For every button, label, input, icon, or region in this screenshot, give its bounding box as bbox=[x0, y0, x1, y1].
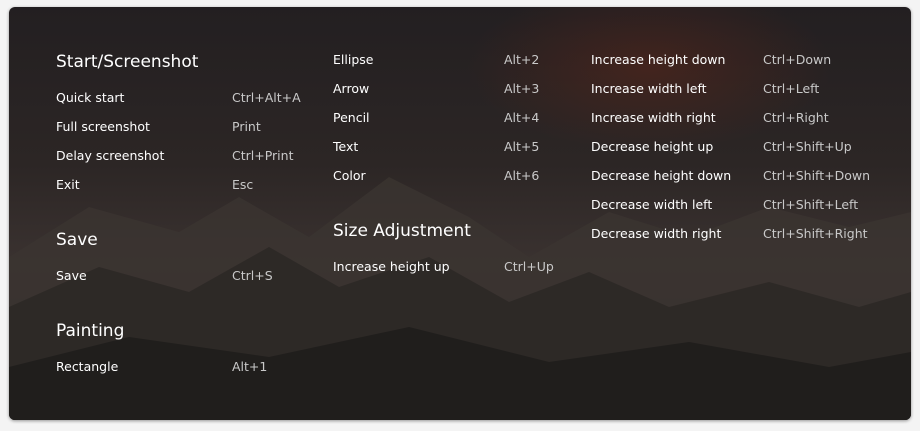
shortcut-key: Print bbox=[232, 119, 261, 134]
shortcut-label: Text bbox=[333, 139, 359, 154]
shortcut-label: Increase height up bbox=[333, 259, 450, 274]
shortcut-label: Increase width left bbox=[591, 81, 707, 96]
shortcut-key: Ctrl+Left bbox=[763, 81, 820, 96]
section-title-start: Start/Screenshot bbox=[56, 52, 199, 72]
shortcut-label: Delay screenshot bbox=[56, 148, 165, 163]
shortcut-key: Alt+5 bbox=[504, 139, 540, 154]
shortcut-label: Rectangle bbox=[56, 359, 119, 374]
shortcut-key: Ctrl+Print bbox=[232, 148, 294, 163]
shortcut-label: Save bbox=[56, 268, 87, 283]
shortcut-label: Decrease width right bbox=[591, 226, 722, 241]
section-title-painting: Painting bbox=[56, 321, 125, 341]
shortcut-key: Ctrl+Alt+A bbox=[232, 90, 301, 105]
shortcut-key: Ctrl+S bbox=[232, 268, 273, 283]
shortcut-key: Alt+3 bbox=[504, 81, 540, 96]
shortcut-label: Decrease height up bbox=[591, 139, 714, 154]
shortcut-label: Pencil bbox=[333, 110, 370, 125]
shortcut-key: Ctrl+Down bbox=[763, 52, 832, 67]
shortcut-key: Ctrl+Shift+Up bbox=[763, 139, 852, 154]
shortcut-key: Esc bbox=[232, 177, 254, 192]
section-title-size: Size Adjustment bbox=[333, 221, 471, 241]
shortcut-key: Alt+4 bbox=[504, 110, 540, 125]
shortcut-key: Ctrl+Right bbox=[763, 110, 829, 125]
shortcut-label: Decrease height down bbox=[591, 168, 732, 183]
shortcut-key: Ctrl+Shift+Left bbox=[763, 197, 859, 212]
shortcut-label: Increase width right bbox=[591, 110, 716, 125]
section-title-save: Save bbox=[56, 230, 98, 250]
shortcut-key: Ctrl+Shift+Right bbox=[763, 226, 868, 241]
shortcut-key: Ctrl+Shift+Down bbox=[763, 168, 871, 183]
shortcut-label: Full screenshot bbox=[56, 119, 150, 134]
shortcut-label: Exit bbox=[56, 177, 80, 192]
shortcut-label: Color bbox=[333, 168, 366, 183]
shortcut-label: Decrease width left bbox=[591, 197, 713, 212]
shortcut-key: Alt+6 bbox=[504, 168, 540, 183]
shortcut-key: Ctrl+Up bbox=[504, 259, 554, 274]
shortcut-label: Quick start bbox=[56, 90, 125, 105]
shortcut-label: Increase height down bbox=[591, 52, 726, 67]
shortcut-key: Alt+1 bbox=[232, 359, 268, 374]
shortcut-key: Alt+2 bbox=[504, 52, 540, 67]
shortcuts-panel: Start/Screenshot Quick start Ctrl+Alt+A … bbox=[9, 7, 911, 420]
shortcut-label: Arrow bbox=[333, 81, 370, 96]
shortcut-label: Ellipse bbox=[333, 52, 374, 67]
